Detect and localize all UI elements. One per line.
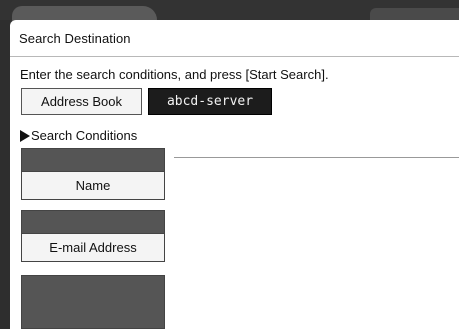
divider (174, 157, 459, 158)
left-bezel (0, 20, 10, 329)
address-book-button[interactable]: Address Book (21, 88, 142, 115)
email-field: E-mail Address (21, 210, 165, 262)
triangle-right-icon (20, 129, 30, 142)
server-button[interactable]: abcd-server (148, 88, 272, 115)
title-bar: Search Destination (10, 20, 459, 57)
name-value-display (22, 149, 164, 171)
page-title: Search Destination (19, 31, 131, 46)
name-button[interactable]: Name (22, 171, 164, 199)
search-conditions-heading: Search Conditions (20, 128, 137, 143)
email-address-button[interactable]: E-mail Address (22, 233, 164, 261)
search-conditions-label: Search Conditions (31, 128, 138, 143)
search-destination-screen: Search Destination Enter the search cond… (10, 20, 459, 329)
name-field: Name (21, 148, 165, 200)
additional-field-panel (21, 275, 165, 329)
instruction-text: Enter the search conditions, and press [… (20, 67, 329, 82)
email-value-display (22, 211, 164, 233)
top-bezel (0, 0, 459, 24)
